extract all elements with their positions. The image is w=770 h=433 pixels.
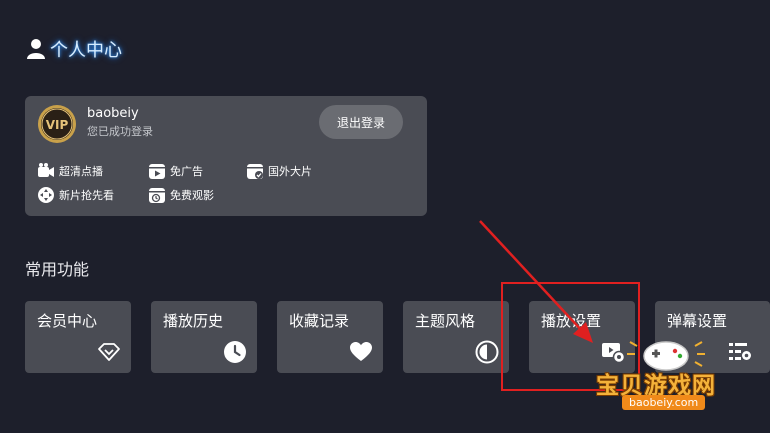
vip-badge-icon: VIP bbox=[38, 105, 76, 143]
logout-button[interactable]: 退出登录 bbox=[319, 105, 403, 139]
perk-label: 免广告 bbox=[170, 165, 203, 178]
vip-badge-text: VIP bbox=[46, 118, 69, 132]
username: baobeiy bbox=[87, 106, 139, 121]
tile-play-history[interactable]: 播放历史 bbox=[151, 301, 257, 373]
tile-label: 播放设置 bbox=[541, 312, 602, 330]
tile-label: 播放历史 bbox=[163, 312, 224, 330]
page-title-text: 个人中心 bbox=[50, 40, 122, 61]
tile-member-center[interactable]: 会员中心 bbox=[25, 301, 131, 373]
free-watch-clock-icon bbox=[149, 188, 165, 203]
common-functions-title: 常用功能 bbox=[25, 260, 90, 279]
perk-label: 免费观影 bbox=[170, 189, 214, 202]
gamepad-icon bbox=[38, 187, 54, 203]
tile-label: 弹幕设置 bbox=[667, 312, 728, 330]
perk-label: 超清点播 bbox=[59, 165, 103, 178]
perk-label: 新片抢先看 bbox=[59, 189, 114, 202]
tile-label: 收藏记录 bbox=[289, 312, 350, 330]
tile-label: 主题风格 bbox=[415, 312, 476, 330]
perk-free-watch: 免费观影 bbox=[148, 186, 214, 204]
perk-label: 国外大片 bbox=[268, 165, 312, 178]
perk-no-ads: 免广告 bbox=[148, 162, 203, 180]
tile-theme-style[interactable]: 主题风格 bbox=[403, 301, 509, 373]
perk-foreign-movies: 国外大片 bbox=[246, 162, 312, 180]
tile-label: 会员中心 bbox=[37, 312, 98, 330]
login-status: 您已成功登录 bbox=[87, 125, 153, 138]
page-title: 个人中心 bbox=[26, 36, 122, 62]
heart-icon bbox=[350, 342, 372, 361]
foreign-movie-icon bbox=[247, 164, 263, 179]
diamond-icon bbox=[98, 343, 120, 361]
no-ads-play-icon bbox=[149, 164, 165, 179]
account-card: VIP baobeiy 您已成功登录 退出登录 超清点播 免广告 国外大片 新片… bbox=[25, 96, 427, 216]
video-camera-icon bbox=[38, 163, 54, 177]
perk-new-release: 新片抢先看 bbox=[37, 186, 114, 204]
clock-icon bbox=[224, 341, 246, 363]
perk-hd-vod: 超清点播 bbox=[37, 162, 103, 180]
watermark-url: baobeiy.com bbox=[622, 395, 706, 410]
user-icon bbox=[27, 39, 45, 59]
contrast-icon bbox=[475, 340, 499, 364]
tile-favorites[interactable]: 收藏记录 bbox=[277, 301, 383, 373]
